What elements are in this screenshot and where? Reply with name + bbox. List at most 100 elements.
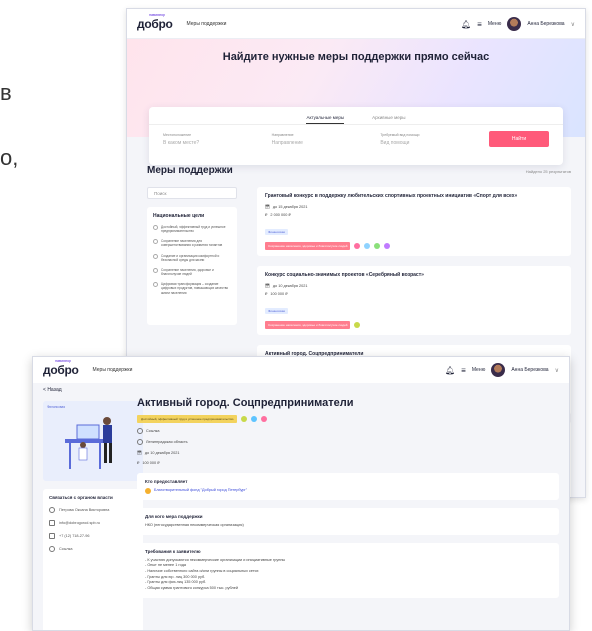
hero-title: Найдите нужные меры поддержки прямо сейч…	[222, 51, 490, 63]
menu-label[interactable]: Меню	[472, 367, 486, 373]
nav-link-measures[interactable]: Меры поддержки	[187, 21, 227, 27]
find-button-label: Найти	[511, 136, 527, 142]
requirement-item: - Общая сумма грантового конкурса 500 ты…	[145, 586, 238, 591]
goal-badge: Достойный, эффективный труд и успешное п…	[137, 415, 238, 423]
card-tag: Финансовая	[265, 229, 288, 235]
audience-title: Для кого мера поддержки	[145, 514, 203, 519]
chevron-down-icon[interactable]: ∨	[555, 367, 559, 374]
find-button[interactable]: Найти	[489, 131, 550, 147]
direction-field[interactable]: Направление Направление	[272, 133, 371, 146]
menu-label[interactable]: Меню	[488, 21, 502, 27]
goal-icon	[251, 416, 258, 422]
card-title[interactable]: Грантовый конкурс в поддержку любительск…	[265, 193, 563, 199]
user-name[interactable]: Анна Березкова	[527, 21, 564, 27]
provider-panel: Кто предоставляет Благотворительный фонд…	[137, 473, 559, 500]
menu-icon[interactable]: ≡	[461, 366, 466, 375]
back-link[interactable]: < Назад	[33, 383, 569, 397]
ruble-icon: ₽	[137, 461, 140, 465]
tab-archive[interactable]: Архивные меры	[372, 115, 405, 124]
card-title[interactable]: Конкурс социально-значимых проектов «Сер…	[265, 272, 563, 278]
radio-icon[interactable]	[153, 225, 158, 230]
hero-banner: Найдите нужные меры поддержки прямо сейч…	[127, 39, 585, 165]
filter-panel: Национальные цели Достойный, эффективный…	[147, 207, 237, 325]
avatar[interactable]	[507, 17, 522, 31]
contact-person: Петрова Оксана Викторовна	[59, 508, 110, 512]
location-icon	[137, 439, 143, 445]
direction-value: Направление	[271, 139, 303, 146]
user-name[interactable]: Анна Березкова	[511, 367, 548, 373]
measure-illustration: Финансовая	[43, 401, 143, 481]
audience-text: НКО (негосударственная некоммерческая ор…	[145, 523, 244, 527]
goal-icon	[241, 416, 248, 422]
filter-option[interactable]: Создание и организация комфортной и безо…	[153, 253, 231, 262]
filter-option-label: Сохранение населения для совершенствован…	[161, 239, 223, 248]
goal-badge: Сохранение населения, здоровье и благопо…	[265, 321, 351, 329]
measure-link[interactable]: Ссылка	[146, 429, 159, 433]
goal-badge: Сохранение населения, здоровье и благопо…	[265, 242, 351, 250]
filter-option-label: Цифровая трансформация – создание цифров…	[161, 282, 229, 295]
filter-option-label: Сохранение населения, здоровье и благопо…	[161, 267, 214, 277]
back-label: Назад	[47, 387, 62, 393]
menu-icon[interactable]: ≡	[477, 20, 482, 29]
logo[interactable]: навигатор добро	[137, 12, 173, 31]
measure-card[interactable]: Конкурс социально-значимых проектов «Сер…	[257, 266, 571, 335]
calendar-icon: 📅︎	[265, 284, 270, 288]
logo-text: добро	[43, 363, 79, 377]
filter-title[interactable]: Национальные цели	[153, 213, 231, 219]
filter-option[interactable]: Сохранение населения, здоровье и благопо…	[153, 267, 231, 277]
logo-subtitle: навигатор	[149, 11, 165, 17]
measure-card[interactable]: Грантовый конкурс в поддержку любительск…	[257, 187, 571, 256]
top-bar: навигатор добро Меры поддержки 🔔︎ ≡ Меню…	[127, 9, 585, 39]
filter-option-label: Создание и организация комфортной и безо…	[161, 253, 220, 262]
provider-title: Кто предоставляет	[145, 479, 188, 484]
ruble-icon: ₽	[265, 292, 268, 296]
contact-link[interactable]: Ссылка	[59, 547, 72, 551]
search-card: Актуальные меры Архивные меры Местополож…	[149, 107, 563, 165]
top-bar: навигатор добро Меры поддержки 🔔︎ ≡ Меню…	[33, 357, 569, 383]
chevron-down-icon[interactable]: ∨	[571, 21, 575, 28]
location-value: В каком месте?	[163, 139, 200, 146]
measures-section: Меры поддержки Найдено 25 результатов По…	[147, 165, 571, 497]
filter-option[interactable]: Сохранение населения для совершенствован…	[153, 239, 231, 247]
calendar-icon: 📅︎	[137, 451, 142, 455]
tab-actual[interactable]: Актуальные меры	[306, 115, 345, 124]
requirements-title: Требования к заявителю	[145, 548, 201, 554]
contact-phone[interactable]: +7 (12) 718-27-96	[59, 534, 90, 538]
location-field[interactable]: Местоположение В каком месте?	[163, 133, 262, 146]
direction-label: Направление	[271, 132, 294, 137]
contact-email[interactable]: info@dobrogorod.spb.ru	[59, 521, 100, 525]
location-label: Местоположение	[163, 132, 192, 137]
logo[interactable]: навигатор добро	[43, 358, 79, 377]
results-count: Найдено 25 результатов	[525, 169, 571, 174]
measure-region: Ленинградская область	[146, 440, 188, 444]
card-tag: Финансовая	[265, 308, 288, 314]
org-logo-icon	[145, 488, 151, 494]
measure-amount: 100 000 ₽	[142, 461, 160, 465]
provider-name[interactable]: Благотворительный фонд "Добрый город Пет…	[154, 488, 247, 494]
radio-icon[interactable]	[153, 239, 158, 245]
radio-icon[interactable]	[153, 282, 158, 288]
image-tag: Финансовая	[47, 405, 66, 409]
contact-panel: Связаться с органом власти Петрова Оксан…	[43, 489, 143, 630]
measure-date: до 10 декабря 2021	[144, 450, 180, 455]
search-input[interactable]: Поиск	[147, 187, 237, 199]
goal-icon	[364, 243, 371, 249]
ruble-icon: ₽	[265, 213, 268, 217]
user-icon	[49, 507, 55, 513]
bell-icon[interactable]: 🔔︎	[461, 20, 471, 29]
nav-link-measures[interactable]: Меры поддержки	[93, 367, 133, 373]
page-title: Активный город. Соцпредприниматели	[137, 397, 354, 409]
measure-detail-window: навигатор добро Меры поддержки 🔔︎ ≡ Меню…	[32, 356, 570, 631]
help-type-field[interactable]: Требуемый вид помощи Вид помощи	[380, 133, 479, 146]
filter-option[interactable]: Достойный, эффективный труд и успешное п…	[153, 225, 231, 233]
logo-subtitle: навигатор	[55, 358, 71, 363]
heart-icon	[261, 416, 268, 422]
bell-icon[interactable]: 🔔︎	[445, 366, 455, 375]
filter-option[interactable]: Цифровая трансформация – создание цифров…	[153, 282, 231, 295]
radio-icon[interactable]	[153, 267, 158, 273]
slide-text-fragment: о,	[0, 145, 19, 170]
leaf-icon	[374, 243, 381, 249]
avatar[interactable]	[491, 363, 506, 377]
radio-icon[interactable]	[153, 253, 158, 259]
globe-icon	[137, 428, 143, 434]
